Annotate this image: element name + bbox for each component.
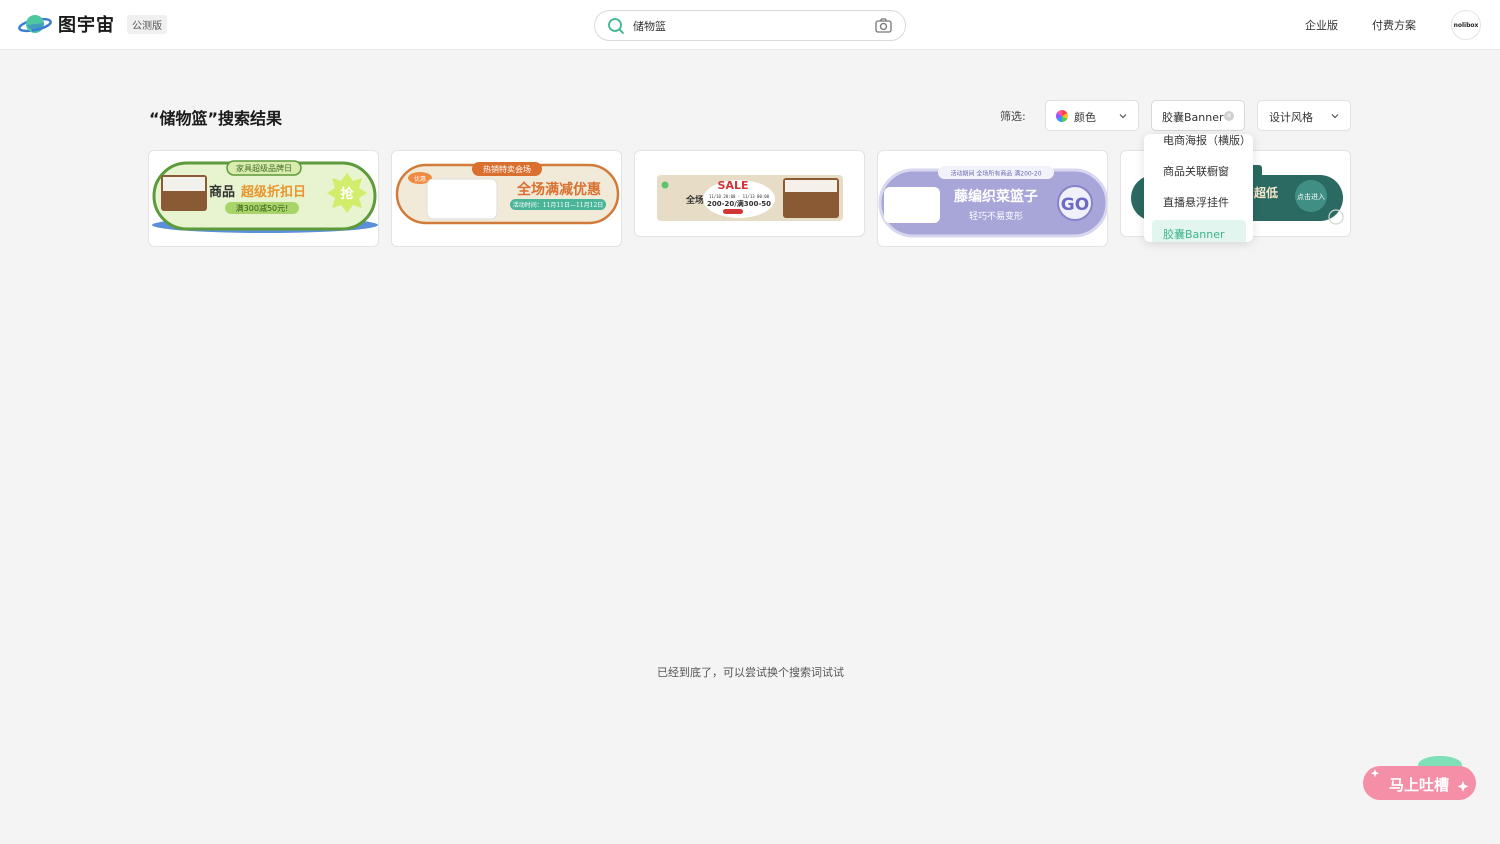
result-card-4[interactable]: 活动期间 全场所有商品 满200-20 藤编织菜篮子 轻巧不易变形 GO: [877, 150, 1108, 247]
dropdown-item-poster[interactable]: 电商海报（横版）: [1152, 134, 1251, 153]
result-card-2[interactable]: 热销特卖会场 优惠 全场满减优惠 活动时间：11月11日—11月12日: [391, 150, 622, 247]
feedback-label: 马上吐槽: [1389, 776, 1449, 794]
card-tag: 热销特卖会场: [483, 164, 531, 174]
feedback-button[interactable]: 马上吐槽: [1363, 755, 1477, 801]
beta-badge: 公测版: [127, 14, 167, 34]
page-title: “储物篮”搜索结果: [149, 109, 283, 128]
card-title: SALE: [718, 179, 749, 192]
search-input[interactable]: [633, 17, 863, 35]
card-sub: 满300减50元!: [236, 203, 289, 213]
banner-image: 家具超级品牌日 商品 超级折扣日 满300减50元! 抢: [152, 160, 378, 233]
card-tag: 活动期间 全场所有商品 满200-20: [950, 170, 1041, 178]
type-filter[interactable]: 胶囊Banner ✕: [1151, 100, 1245, 131]
search-box: [594, 10, 906, 41]
top-bar: 图宇宙 公测版 企业版 付费方案 nolibox: [0, 0, 1500, 50]
logo-text: 图宇宙: [58, 15, 115, 36]
card-badge: GO: [1061, 195, 1089, 215]
type-dropdown-menu: 电商海报（横版） 商品关联橱窗 直播悬浮挂件 胶囊Banner: [1144, 134, 1253, 242]
card-title: 超低: [1253, 185, 1278, 200]
card-side: 全场: [685, 194, 704, 206]
end-of-results-message: 已经到底了，可以尝试换个搜索词试试: [657, 666, 844, 679]
avatar-text: nolibox: [1453, 21, 1479, 29]
camera-icon[interactable]: [875, 18, 892, 33]
color-filter-label: 颜色: [1074, 111, 1096, 124]
card-line1: 11/10 20:00 - 11/13 00:00: [709, 194, 770, 199]
chevron-down-icon: [1119, 114, 1127, 119]
card-title: 超级折扣日: [241, 184, 306, 200]
banner-image: 全场 SALE 11/10 20:00 - 11/13 00:00 200-20…: [657, 175, 843, 221]
nav-pricing[interactable]: 付费方案: [1372, 17, 1416, 33]
type-filter-label: 胶囊Banner: [1162, 111, 1224, 124]
card-title: 藤编织菜篮子: [954, 188, 1038, 205]
dropdown-item-live-widget[interactable]: 直播悬浮挂件: [1152, 191, 1246, 215]
result-card-3[interactable]: 全场 SALE 11/10 20:00 - 11/13 00:00 200-20…: [634, 150, 865, 237]
card-sub: 活动时间：11月11日—11月12日: [513, 201, 604, 209]
card-corner: 优惠: [414, 175, 426, 183]
chevron-down-icon: [1331, 114, 1339, 119]
card-badge: 点击进入: [1297, 192, 1325, 201]
banner-image: 热销特卖会场 优惠 全场满减优惠 活动时间：11月11日—11月12日: [395, 162, 620, 225]
avatar[interactable]: nolibox: [1451, 10, 1481, 40]
color-filter[interactable]: 颜色: [1045, 100, 1139, 131]
logo[interactable]: 图宇宙 公测版: [18, 11, 167, 37]
style-filter[interactable]: 设计风格: [1257, 100, 1351, 131]
search-icon[interactable]: [607, 17, 625, 35]
clear-icon[interactable]: ✕: [1224, 111, 1234, 121]
color-wheel-icon: [1056, 110, 1068, 122]
result-card-1[interactable]: 家具超级品牌日 商品 超级折扣日 满300减50元! 抢: [148, 150, 379, 247]
planet-logo-icon: [18, 15, 52, 33]
style-filter-label: 设计风格: [1269, 111, 1313, 124]
card-badge: 抢: [340, 186, 354, 202]
card-title: 商品: [209, 184, 235, 200]
card-title: 全场满减优惠: [516, 181, 601, 198]
card-tag: 家具超级品牌日: [236, 163, 292, 173]
card-line2: 200-20/满300-50: [707, 199, 771, 208]
nav-enterprise[interactable]: 企业版: [1305, 17, 1338, 33]
filter-label: 筛选:: [1000, 110, 1026, 123]
card-sub: 轻巧不易变形: [969, 210, 1023, 222]
feedback-badge: 马上吐槽: [1363, 756, 1476, 800]
dropdown-item-window[interactable]: 商品关联橱窗: [1152, 160, 1246, 184]
banner-image: 活动期间 全场所有商品 满200-20 藤编织菜篮子 轻巧不易变形 GO: [878, 166, 1107, 238]
dropdown-item-capsule-banner[interactable]: 胶囊Banner: [1152, 220, 1246, 242]
